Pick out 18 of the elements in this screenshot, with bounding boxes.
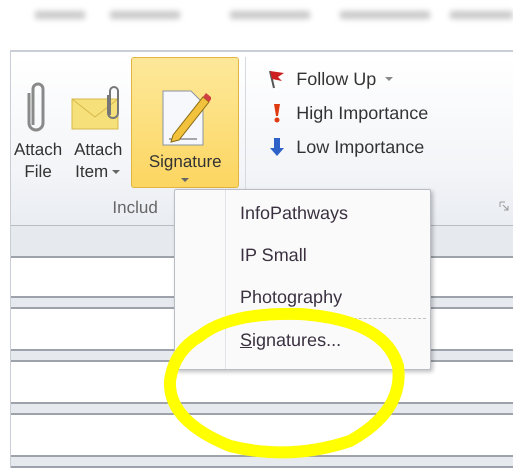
button-label: Signature bbox=[148, 151, 222, 173]
button-label: Attach bbox=[74, 139, 122, 161]
high-importance-button[interactable]: High Importance bbox=[252, 98, 432, 128]
menu-item[interactable]: IP Small bbox=[240, 244, 307, 266]
dialog-launcher-icon[interactable] bbox=[499, 201, 509, 211]
menu-item[interactable]: InfoPathways bbox=[240, 202, 348, 224]
group-label: Includ bbox=[112, 198, 158, 218]
button-label: Attach bbox=[14, 139, 62, 161]
low-importance-button[interactable]: Low Importance bbox=[252, 132, 432, 162]
menu-item[interactable]: Photography bbox=[240, 286, 342, 308]
follow-up-button[interactable]: Follow Up bbox=[252, 64, 432, 94]
signature-button[interactable]: Signature bbox=[131, 57, 240, 188]
exclamation-icon bbox=[272, 102, 282, 124]
button-label: Item bbox=[75, 161, 108, 183]
menu-item[interactable]: Signatures... bbox=[240, 329, 342, 351]
attach-file-button[interactable]: Attach File bbox=[11, 57, 66, 188]
attach-item-button[interactable]: Attach Item bbox=[67, 57, 130, 188]
button-label: File bbox=[24, 161, 52, 183]
